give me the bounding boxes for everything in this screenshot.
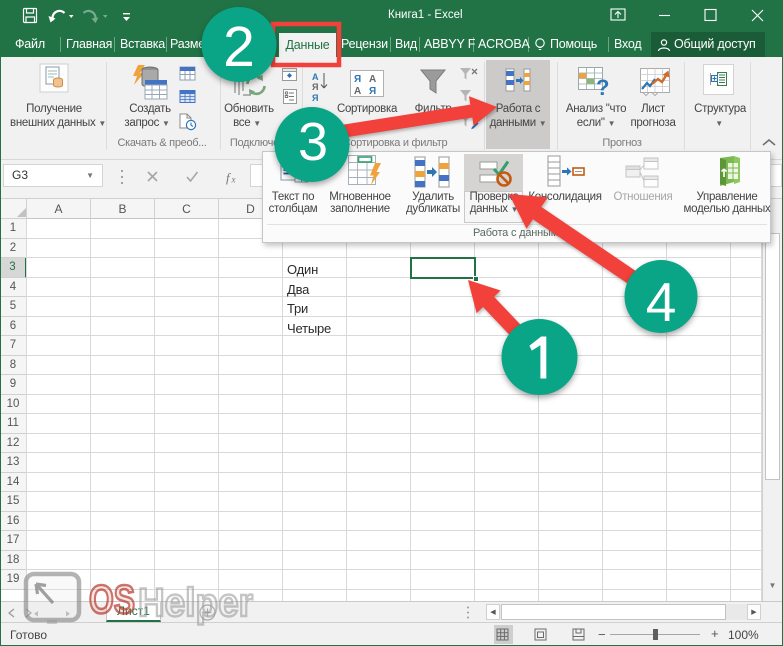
svg-text:2: 2: [223, 15, 255, 79]
svg-text:3: 3: [298, 112, 328, 172]
svg-text:4: 4: [646, 271, 677, 333]
